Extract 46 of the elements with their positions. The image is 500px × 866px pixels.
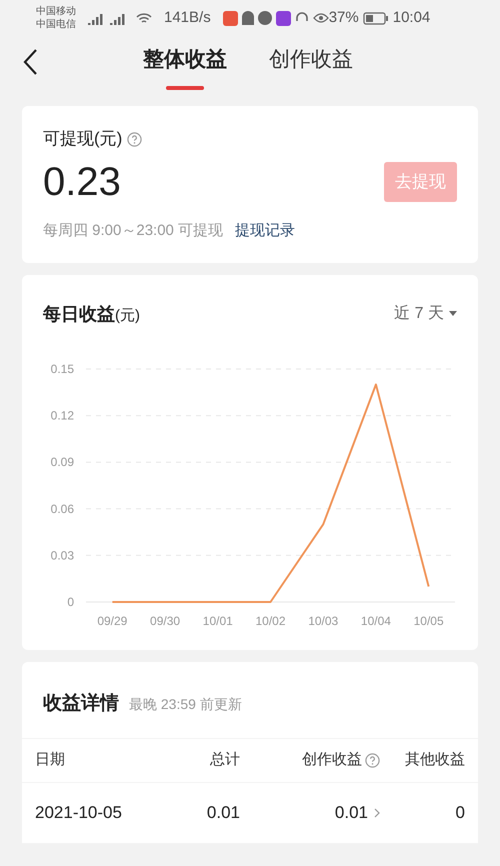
tab[interactable]: 整体收益 (143, 44, 227, 90)
column-header: 日期 (35, 750, 65, 770)
withdrawable-label: 可提现(元) (43, 128, 122, 150)
x-tick-label: 10/03 (308, 614, 338, 628)
withdraw-schedule: 每周四 9:00～23:00 可提现 (43, 221, 224, 241)
column-header: 其他收益 (405, 750, 465, 770)
x-tick-label: 09/29 (97, 614, 128, 628)
y-tick-label: 0.06 (50, 501, 74, 516)
withdrawable-amount: 0.23 (43, 159, 121, 206)
x-tick-label: 10/02 (255, 614, 286, 628)
carrier-label: 中国移动 (36, 5, 76, 18)
withdraw-history-link[interactable]: 提现记录 (235, 220, 296, 242)
chart-title: 每日收益 (43, 302, 115, 326)
column-header: 创作收益 (302, 750, 362, 770)
x-tick-label: 09/30 (150, 614, 180, 628)
back-icon[interactable] (22, 48, 38, 76)
clock: 10:04 (392, 8, 430, 28)
app-icon (222, 10, 238, 26)
carrier-label: 中国电信 (36, 18, 76, 31)
x-tick-label: 10/05 (414, 614, 444, 628)
y-tick-label: 0.03 (50, 548, 74, 562)
table-cell-text: 0.01 (206, 802, 240, 824)
chevron-right-icon[interactable] (374, 808, 380, 818)
y-tick-label: 0.15 (50, 362, 74, 376)
table-cell-text: 2021-10-05 (35, 802, 122, 824)
help-icon[interactable] (365, 753, 380, 768)
battery-percent: 37% (328, 8, 359, 28)
range-dropdown[interactable]: 近 7 天 (394, 302, 457, 326)
battery-icon (362, 12, 389, 24)
y-tick-label: 0.12 (50, 408, 74, 422)
y-tick-label: 0 (67, 594, 74, 608)
x-tick-label: 10/04 (360, 614, 391, 628)
eye-icon (312, 12, 329, 24)
y-tick-label: 0.09 (50, 454, 74, 469)
x-tick-label: 10/01 (202, 614, 233, 628)
tab[interactable]: 创作收益 (269, 44, 353, 90)
caret-icon (449, 311, 457, 317)
table-cell-text: 0.01 (334, 802, 368, 824)
update-note: 最晚 23:59 前更新 (129, 694, 242, 714)
table-cell-text: 0 (456, 802, 465, 824)
column-header: 总计 (210, 750, 240, 770)
wifi-icon (136, 12, 152, 24)
details-title: 收益详情 (43, 692, 119, 716)
help-icon[interactable] (127, 132, 142, 146)
chart-unit: (元) (115, 306, 140, 326)
network-speed: 141B/s (164, 8, 211, 28)
